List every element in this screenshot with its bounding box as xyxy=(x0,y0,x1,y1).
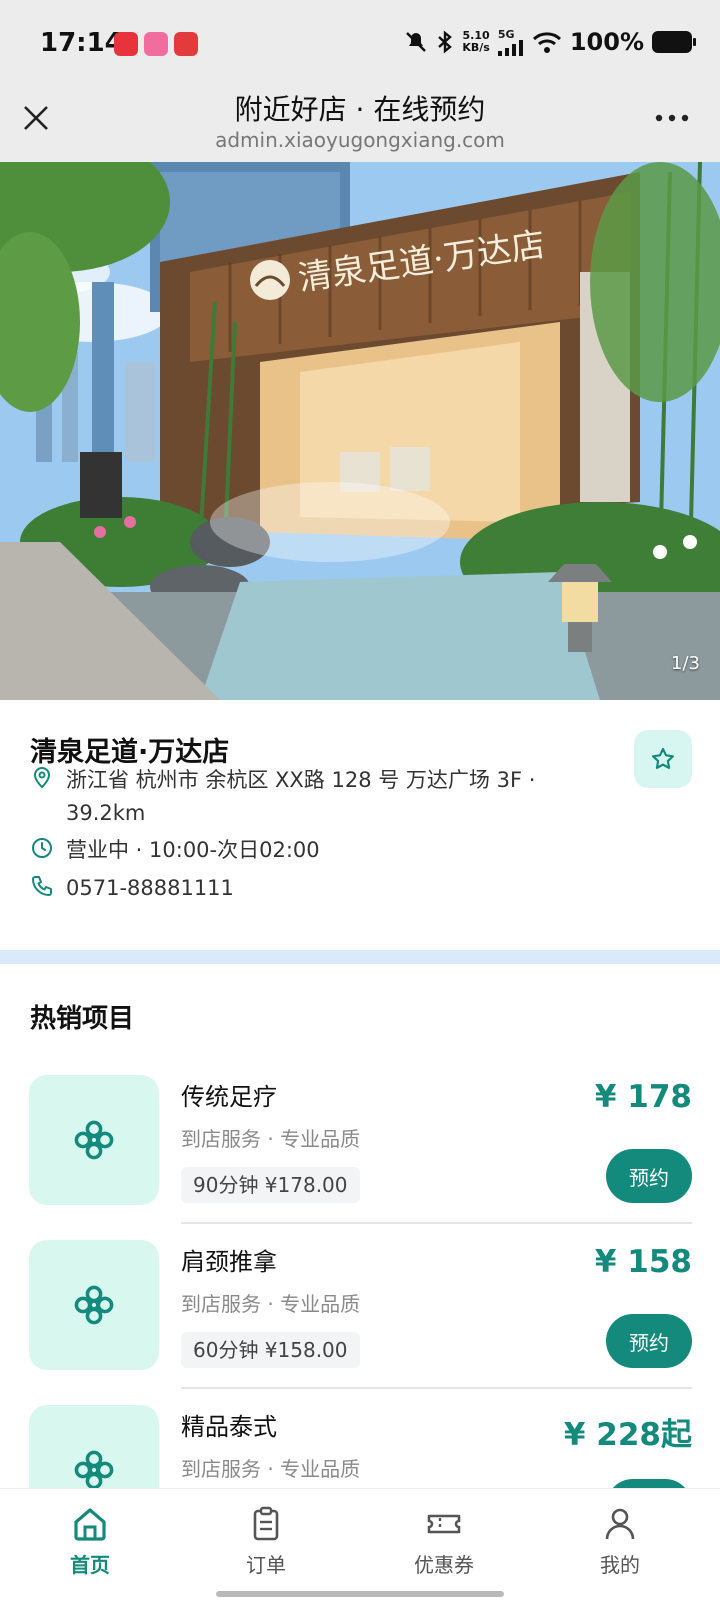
home-indicator[interactable] xyxy=(216,1591,504,1597)
status-right: 5.10 KB/s 5G 100% xyxy=(404,27,696,56)
store-address: 浙江省 杭州市 余杭区 XX路 128 号 万达广场 3F · 39.2km xyxy=(66,768,536,825)
service-item[interactable]: 传统足疗 到店服务 · 专业品质 90分钟 ¥178.00 ¥ 178 预约 xyxy=(0,1075,720,1241)
user-icon xyxy=(605,1508,635,1540)
star-icon xyxy=(652,747,674,769)
store-photo-carousel[interactable]: 清泉足道·万达店 1/3 xyxy=(0,162,720,700)
service-price: ¥ 158 xyxy=(594,1244,692,1280)
store-info-card: 清泉足道·万达店 浙江省 杭州市 余杭区 XX路 128 号 万达广场 3F ·… xyxy=(0,700,720,950)
signal-group: 5G xyxy=(497,27,524,56)
store-phone-row[interactable]: 0571-88881111 xyxy=(30,872,234,905)
store-photo: 清泉足道·万达店 xyxy=(0,162,720,700)
book-button[interactable]: 预约 xyxy=(606,1149,692,1203)
page-title: 附近好店 · 在线预约 xyxy=(234,93,486,126)
network-type: 5G xyxy=(497,27,515,41)
store-hours: 营业中 · 10:00-次日02:00 xyxy=(66,838,320,862)
item-separator xyxy=(181,1387,692,1389)
service-name: 传统足疗 xyxy=(181,1083,277,1111)
photo-counter: 1/3 xyxy=(671,653,700,674)
service-item[interactable]: 肩颈推拿 到店服务 · 专业品质 60分钟 ¥158.00 ¥ 158 预约 xyxy=(0,1240,720,1406)
service-duration-tag: 60分钟 ¥158.00 xyxy=(181,1332,360,1368)
nav-profile-label: 我的 xyxy=(600,1553,640,1577)
bluetooth-icon xyxy=(438,30,453,54)
clipboard-icon xyxy=(253,1506,279,1541)
service-name: 精品泰式 xyxy=(181,1413,277,1441)
service-subtitle: 到店服务 · 专业品质 xyxy=(181,1127,361,1151)
mute-icon xyxy=(406,32,427,52)
item-separator xyxy=(181,1222,692,1224)
more-options-icon[interactable] xyxy=(654,104,690,124)
service-subtitle: 到店服务 · 专业品质 xyxy=(181,1457,361,1481)
service-subtitle: 到店服务 · 专业品质 xyxy=(181,1292,361,1316)
page-url: admin.xiaoyugongxiang.com xyxy=(215,128,505,152)
status-bar: 17:14 5.10 KB/s 5G 100% xyxy=(0,0,720,86)
nav-orders[interactable]: 订单 xyxy=(206,1505,326,1578)
favorite-button[interactable] xyxy=(634,730,692,788)
nav-coupons-label: 优惠券 xyxy=(414,1553,474,1577)
service-price: ¥ 228起 xyxy=(563,1417,692,1453)
xiaohongshu-icon xyxy=(114,32,138,56)
bilibili-icon xyxy=(144,32,168,56)
flower-icon xyxy=(74,1450,114,1490)
flower-icon xyxy=(74,1285,114,1325)
app-icon xyxy=(174,32,198,56)
section-divider xyxy=(0,950,720,964)
service-name: 肩颈推拿 xyxy=(181,1248,277,1276)
book-button[interactable]: 预约 xyxy=(606,1314,692,1368)
home-icon xyxy=(74,1508,106,1541)
wifi-icon xyxy=(532,32,561,53)
browser-titlebar: 附近好店 · 在线预约 admin.xiaoyugongxiang.com xyxy=(0,86,720,162)
store-address-row: 浙江省 杭州市 余杭区 XX路 128 号 万达广场 3F · 39.2km xyxy=(30,764,576,830)
phone-icon xyxy=(32,876,52,896)
store-hours-row: 营业中 · 10:00-次日02:00 xyxy=(30,834,320,867)
hot-items-title: 热销项目 xyxy=(30,1004,135,1034)
nav-profile[interactable]: 我的 xyxy=(560,1505,680,1578)
bottom-navigation: 首页 订单 优惠券 我的 xyxy=(0,1488,720,1601)
service-thumbnail xyxy=(29,1075,159,1205)
nav-coupons[interactable]: 优惠券 xyxy=(384,1505,504,1578)
location-pin-icon xyxy=(33,767,51,789)
store-phone[interactable]: 0571-88881111 xyxy=(66,872,234,905)
notification-icons xyxy=(114,32,198,56)
nav-orders-label: 订单 xyxy=(246,1553,286,1577)
signal-icon xyxy=(497,39,523,56)
nav-home[interactable]: 首页 xyxy=(30,1505,150,1578)
net-speed-unit: KB/s xyxy=(462,41,490,54)
battery-icon xyxy=(652,31,696,53)
service-duration-tag: 90分钟 ¥178.00 xyxy=(181,1167,360,1203)
service-price: ¥ 178 xyxy=(594,1079,692,1115)
ticket-icon xyxy=(427,1514,461,1534)
service-thumbnail xyxy=(29,1240,159,1370)
nav-home-label: 首页 xyxy=(70,1553,110,1577)
flower-icon xyxy=(74,1120,114,1160)
net-speed: 5.10 KB/s xyxy=(462,30,489,54)
battery-percent: 100% xyxy=(569,28,644,56)
clock-icon xyxy=(32,838,52,858)
status-time: 17:14 xyxy=(40,28,123,58)
